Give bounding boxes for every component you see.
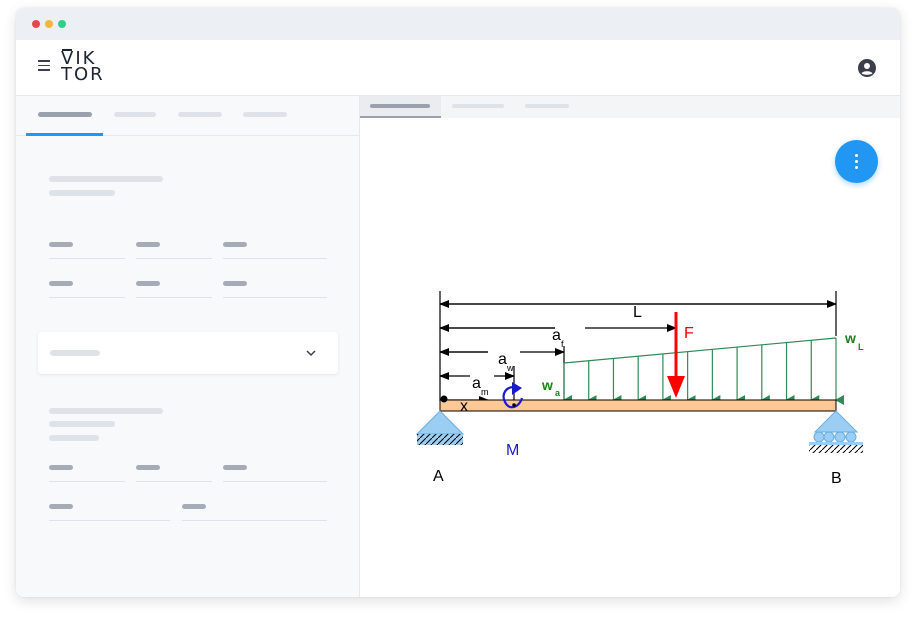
load-offset-label: a — [498, 351, 507, 368]
section-subtitle-placeholder — [49, 435, 99, 441]
field-label-placeholder — [223, 281, 247, 286]
left-tab-3[interactable] — [178, 112, 222, 117]
field-label-placeholder — [136, 242, 160, 247]
left-tab-4[interactable] — [243, 112, 287, 117]
section-header-placeholder — [50, 350, 100, 356]
moment-offset-label: a — [472, 375, 481, 392]
field-label-placeholder — [223, 242, 247, 247]
support-a-label: A — [433, 468, 444, 485]
moment-offset-subscript: m — [481, 387, 489, 397]
load-end-label: w — [844, 330, 856, 346]
moment-label: M — [506, 442, 519, 459]
left-tab-2[interactable] — [114, 112, 156, 117]
distributed-load — [563, 337, 844, 405]
input-field[interactable] — [223, 297, 327, 298]
minimize-window-icon[interactable] — [45, 20, 53, 28]
maximize-window-icon[interactable] — [58, 20, 66, 28]
section-subtitle-placeholder — [49, 421, 115, 427]
beam-diagram: L a f a w a m x A B F M w L w a — [415, 291, 864, 487]
field-label-placeholder — [136, 281, 160, 286]
chevron-down-icon[interactable] — [306, 348, 316, 358]
user-circle-icon[interactable] — [858, 59, 876, 77]
input-field[interactable] — [223, 258, 327, 259]
parametrization-panel — [16, 96, 360, 597]
section-title-placeholder — [49, 176, 163, 182]
beam — [439, 399, 837, 412]
force-offset-label: a — [552, 327, 561, 344]
input-field[interactable] — [49, 258, 125, 259]
left-tab-bar — [16, 96, 359, 136]
logo-line-2: TOR — [61, 64, 105, 85]
hamburger-icon[interactable] — [38, 60, 50, 74]
load-start-subscript: a — [555, 388, 561, 398]
input-field[interactable] — [182, 520, 327, 521]
active-tab-indicator — [26, 133, 103, 136]
moment-point — [512, 403, 516, 407]
input-field[interactable] — [223, 481, 327, 482]
field-label-placeholder — [49, 281, 73, 286]
origin-point — [440, 395, 448, 403]
input-field[interactable] — [136, 258, 212, 259]
app-window: VIK TOR L a f a w a m x A B F M w L w a — [16, 8, 900, 597]
force-label: F — [684, 325, 694, 342]
section-subtitle-placeholder — [49, 190, 115, 196]
load-end-subscript: L — [858, 342, 864, 352]
field-label-placeholder — [182, 504, 206, 509]
app-header: VIK TOR — [16, 40, 900, 96]
support-a — [415, 410, 465, 445]
left-tab-1[interactable] — [38, 112, 92, 117]
field-label-placeholder — [49, 242, 73, 247]
input-field[interactable] — [49, 520, 170, 521]
support-b-label: B — [831, 470, 842, 487]
close-window-icon[interactable] — [32, 20, 40, 28]
field-label-placeholder — [49, 504, 73, 509]
position-label: x — [460, 398, 468, 415]
field-label-placeholder — [223, 465, 247, 470]
input-field[interactable] — [49, 481, 125, 482]
input-field[interactable] — [49, 297, 125, 298]
field-label-placeholder — [136, 465, 160, 470]
load-start-label: w — [541, 377, 553, 393]
view-panel: L a f a w a m x A B F M w L w a — [360, 96, 900, 597]
collapsible-section[interactable] — [38, 332, 338, 374]
window-titlebar — [16, 8, 900, 40]
field-label-placeholder — [49, 465, 73, 470]
input-field[interactable] — [136, 481, 212, 482]
section-title-placeholder — [49, 408, 163, 414]
input-field[interactable] — [136, 297, 212, 298]
support-b — [809, 410, 863, 453]
point-force-arrow — [667, 312, 685, 398]
length-label: L — [633, 304, 642, 321]
load-offset-subscript: w — [506, 363, 514, 373]
viktor-logo: VIK TOR — [61, 49, 105, 85]
